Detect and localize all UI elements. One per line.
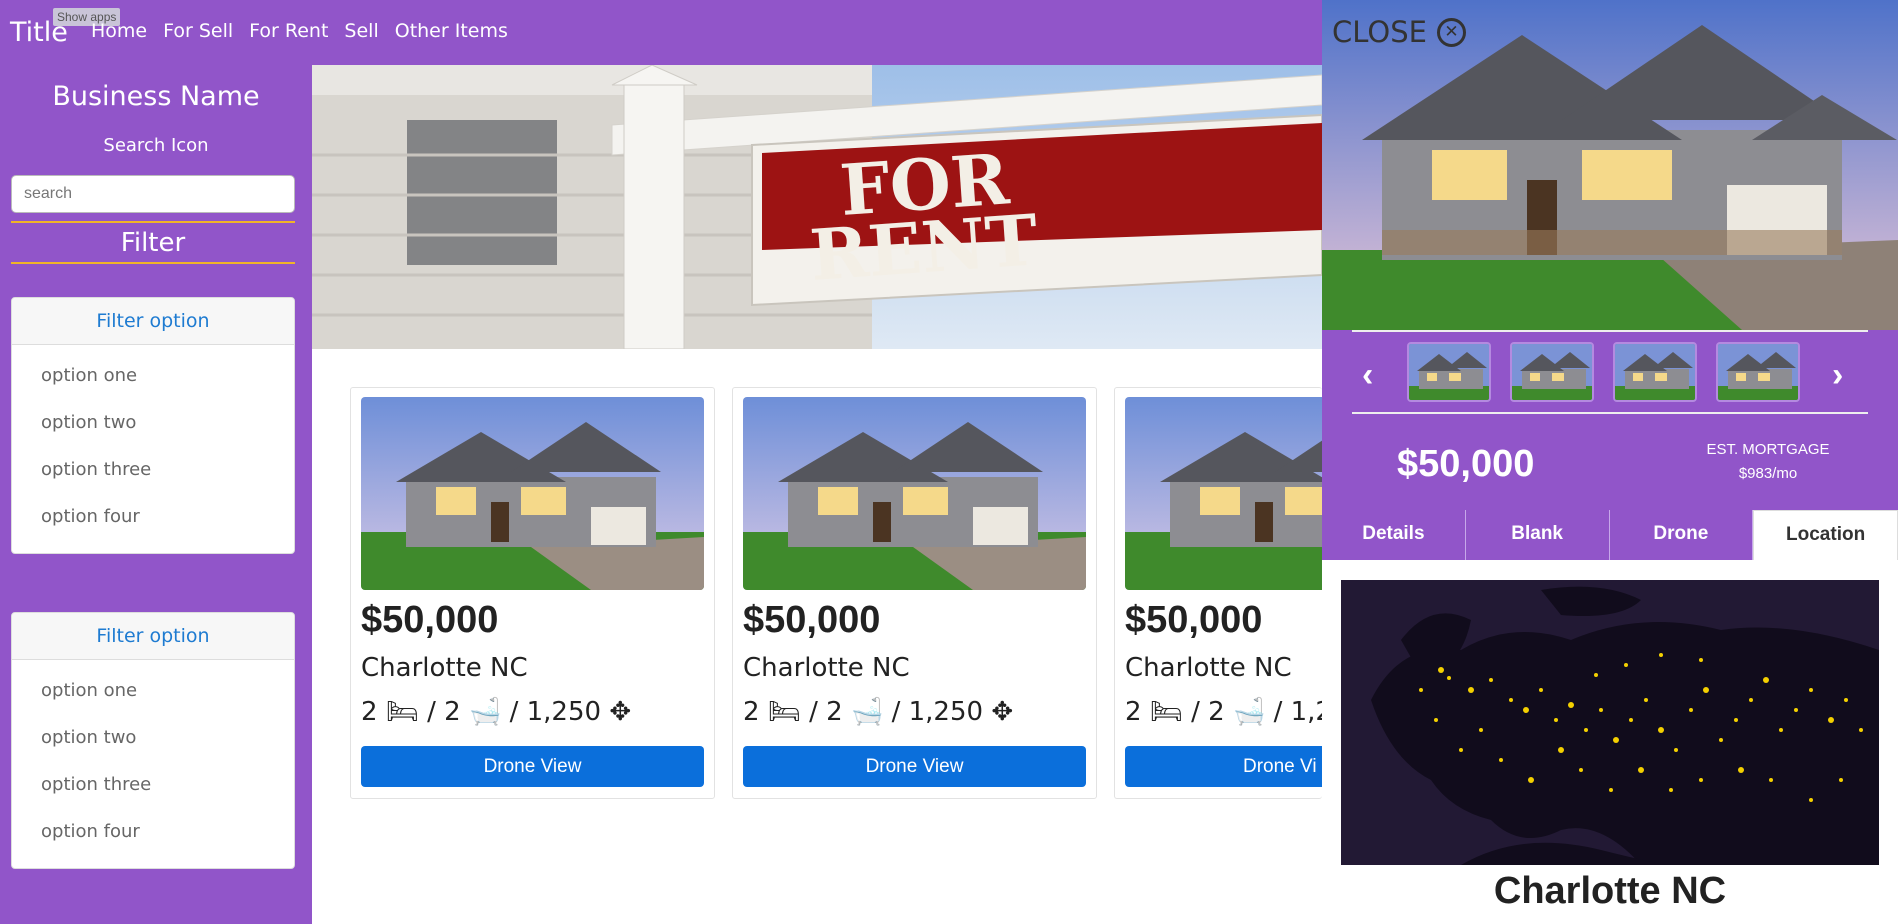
listing-card[interactable]: $50,000 Charlotte NC 2 🛏 / 2 🛁 / 1,2 Dro… (1114, 387, 1322, 799)
location-map[interactable] (1341, 580, 1879, 865)
est-mortgage: EST. MORTGAGE $983/mo (1688, 438, 1848, 486)
filter-option[interactable]: option one (41, 365, 294, 412)
detail-price: $50,000 (1397, 443, 1535, 485)
property-detail-panel: CLOSE ✕ ‹ › $50,000 EST. MORTGAGE $983/m… (1322, 0, 1898, 924)
listing-city: Charlotte NC (743, 653, 910, 683)
listing-price: $50,000 (361, 599, 499, 641)
nav-links: Home For Sell For Rent Sell Other Items (91, 20, 508, 42)
tab-blank[interactable]: Blank (1465, 510, 1610, 560)
filter-option[interactable]: option four (41, 506, 294, 553)
filter-card-header[interactable]: Filter option (12, 613, 294, 660)
gallery-price-section: ‹ › $50,000 EST. MORTGAGE $983/mo (1322, 330, 1898, 510)
listing-specs: 2 🛏 / 2 🛁 / 1,250 ✥ (361, 697, 632, 727)
nav-link-sell[interactable]: Sell (344, 20, 378, 42)
listing-price: $50,000 (1125, 599, 1263, 641)
mortgage-label: EST. MORTGAGE (1706, 441, 1830, 458)
baths-count: 2 (444, 697, 461, 727)
drone-view-button[interactable]: Drone View (743, 746, 1086, 787)
bath-icon: 🛁 (850, 697, 884, 727)
bed-icon: 🛏 (767, 697, 801, 727)
filter-heading: Filter (11, 221, 295, 264)
listing-specs: 2 🛏 / 2 🛁 / 1,2 (1125, 697, 1322, 727)
filter-option[interactable]: option four (41, 821, 294, 868)
filter-option-list: option one option two option three optio… (12, 660, 294, 868)
divider (1352, 412, 1868, 414)
sqft-value: 1,250 (908, 697, 984, 727)
nav-link-other-items[interactable]: Other Items (395, 20, 508, 42)
close-button[interactable]: CLOSE ✕ (1332, 15, 1466, 49)
filter-option[interactable]: option two (41, 727, 294, 774)
filter-option[interactable]: option one (41, 680, 294, 727)
drone-view-button[interactable]: Drone View (361, 746, 704, 787)
nav-link-for-rent[interactable]: For Rent (249, 20, 328, 42)
business-name: Business Name (52, 81, 260, 112)
listing-card[interactable]: $50,000 Charlotte NC 2 🛏 / 2 🛁 / 1,250 ✥… (732, 387, 1097, 799)
gallery-thumbnail[interactable] (1613, 342, 1697, 402)
location-name: Charlotte NC (1493, 870, 1727, 912)
close-label: CLOSE (1332, 15, 1427, 49)
filter-card: Filter option option one option two opti… (11, 297, 295, 554)
bed-icon: 🛏 (1149, 697, 1183, 727)
sign-text-line2: RENT (807, 198, 1040, 297)
detail-tabs: Details Blank Drone Location (1322, 510, 1898, 560)
listing-price: $50,000 (743, 599, 881, 641)
drone-view-button[interactable]: Drone Vi (1125, 746, 1322, 787)
sqft-value: 1,2 (1290, 697, 1322, 727)
nav-link-for-sell[interactable]: For Sell (163, 20, 233, 42)
filter-option[interactable]: option three (41, 459, 294, 506)
beds-count: 2 (1125, 697, 1142, 727)
beds-count: 2 (361, 697, 378, 727)
close-icon[interactable]: ✕ (1436, 17, 1466, 47)
listing-photo[interactable] (361, 397, 704, 590)
filter-card: Filter option option one option two opti… (11, 612, 295, 869)
hero-banner-image: FOR RENT (312, 65, 1322, 349)
listing-photo[interactable] (743, 397, 1086, 590)
listing-city: Charlotte NC (1125, 653, 1292, 683)
move-icon: ✥ (609, 697, 632, 727)
search-icon-label: Search Icon (103, 135, 209, 156)
search-input[interactable] (11, 175, 295, 213)
chevron-right-icon[interactable]: › (1832, 356, 1843, 395)
property-main-photo (1322, 0, 1898, 330)
gallery-thumbnail[interactable] (1716, 342, 1800, 402)
gallery-thumbnail[interactable] (1407, 342, 1491, 402)
tab-location[interactable]: Location (1753, 510, 1898, 560)
listing-photo[interactable] (1125, 397, 1322, 590)
tab-details[interactable]: Details (1322, 510, 1466, 560)
sqft-value: 1,250 (526, 697, 602, 727)
sidebar: Business Name Search Icon Filter Filter … (0, 65, 312, 924)
bath-icon: 🛁 (1232, 697, 1266, 727)
baths-count: 2 (826, 697, 843, 727)
gallery-thumbnail[interactable] (1510, 342, 1594, 402)
baths-count: 2 (1208, 697, 1225, 727)
listing-city: Charlotte NC (361, 653, 528, 683)
listing-card[interactable]: $50,000 Charlotte NC 2 🛏 / 2 🛁 / 1,250 ✥… (350, 387, 715, 799)
filter-option-list: option one option two option three optio… (12, 345, 294, 553)
filter-card-header[interactable]: Filter option (12, 298, 294, 345)
move-icon: ✥ (991, 697, 1014, 727)
mortgage-value: $983/mo (1738, 465, 1798, 482)
listing-specs: 2 🛏 / 2 🛁 / 1,250 ✥ (743, 697, 1014, 727)
beds-count: 2 (743, 697, 760, 727)
tab-drone[interactable]: Drone (1609, 510, 1754, 560)
divider (1352, 330, 1868, 332)
chevron-left-icon[interactable]: ‹ (1362, 356, 1373, 395)
nav-link-home[interactable]: Home (91, 20, 147, 42)
bath-icon: 🛁 (468, 697, 502, 727)
bed-icon: 🛏 (385, 697, 419, 727)
filter-option[interactable]: option three (41, 774, 294, 821)
filter-option[interactable]: option two (41, 412, 294, 459)
